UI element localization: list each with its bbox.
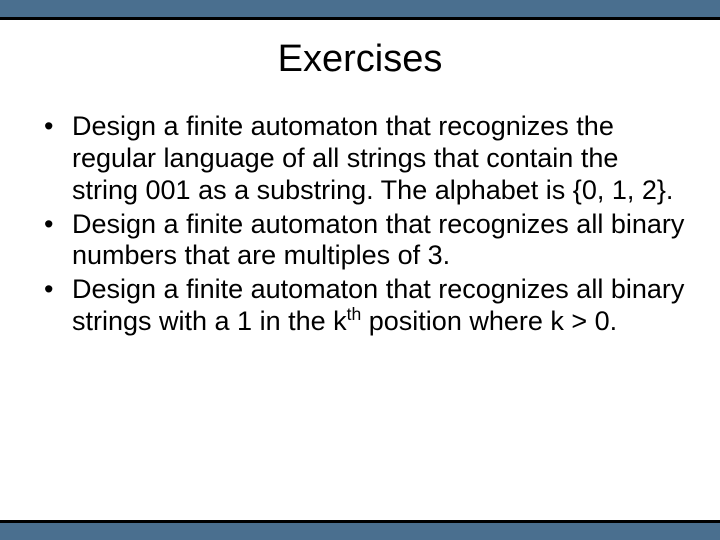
list-item: Design a finite automaton that recognize… [30,209,690,273]
bullet-text: Design a finite automaton that recognize… [72,209,684,271]
top-accent-bar [0,0,720,20]
list-item: Design a finite automaton that recognize… [30,111,690,207]
bullet-text: Design a finite automaton that recognize… [72,111,673,205]
bullet-text-suffix: position where k > 0. [361,306,617,336]
superscript: th [347,304,362,324]
bullet-list: Design a finite automaton that recognize… [30,111,690,338]
list-item: Design a finite automaton that recognize… [30,274,690,338]
slide-content: Design a finite automaton that recognize… [0,111,720,338]
bottom-accent-bar [0,520,720,540]
slide-title: Exercises [0,38,720,81]
